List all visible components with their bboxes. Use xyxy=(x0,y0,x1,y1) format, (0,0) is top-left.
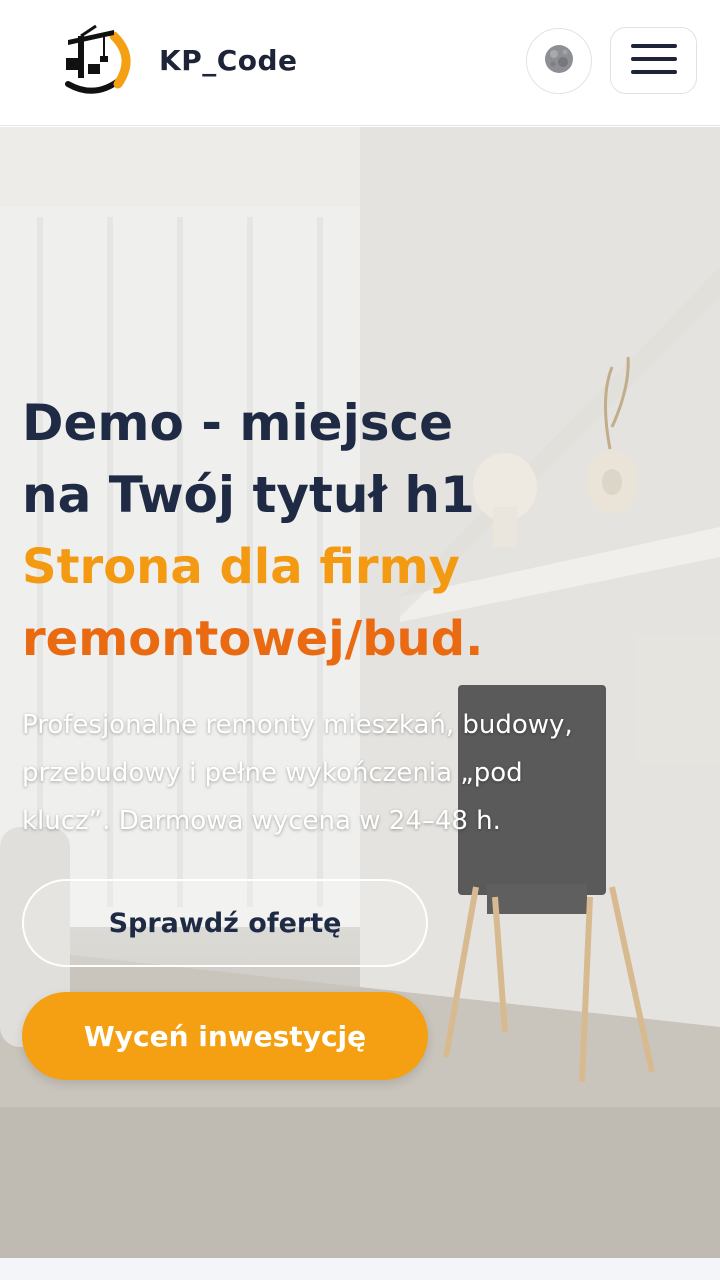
hero-content: Demo - miejsce na Twój tytuł h1 Strona d… xyxy=(22,387,682,845)
moon-icon xyxy=(543,43,575,79)
hero-subtitle-line: remontowej/bud. xyxy=(22,611,484,667)
hero-description-line: przebudowy i pełne wykończenia „pod xyxy=(22,758,523,788)
site-header: KP_Code xyxy=(0,0,720,126)
brand-name[interactable]: KP_Code xyxy=(159,42,298,80)
hero-subtitle-line: Strona dla firmy xyxy=(22,539,460,595)
theme-toggle-button[interactable] xyxy=(526,28,592,94)
menu-button[interactable] xyxy=(610,27,697,94)
check-offer-button[interactable]: Sprawdź ofertę xyxy=(22,879,428,967)
hero-description-line: Profesjonalne remonty mieszkań, budowy, xyxy=(22,710,573,740)
hero-section: Demo - miejsce na Twój tytuł h1 Strona d… xyxy=(0,127,720,1258)
hero-description-line: klucz”. Darmowa wycena w 24–48 h. xyxy=(22,806,501,836)
hero-title-line: na Twój tytuł h1 xyxy=(22,466,475,524)
hero-title: Demo - miejsce na Twój tytuł h1 xyxy=(22,387,492,531)
hero-title-line: Demo - miejsce xyxy=(22,394,454,452)
crane-logo-icon[interactable] xyxy=(56,22,134,98)
hamburger-menu-icon xyxy=(630,43,677,79)
hero-subtitle: Strona dla firmy remontowej/bud. xyxy=(22,531,582,675)
hero-description: Profesjonalne remonty mieszkań, budowy, … xyxy=(22,701,682,845)
next-section-edge xyxy=(0,1258,720,1280)
get-quote-button[interactable]: Wyceń inwestycję xyxy=(22,992,428,1080)
